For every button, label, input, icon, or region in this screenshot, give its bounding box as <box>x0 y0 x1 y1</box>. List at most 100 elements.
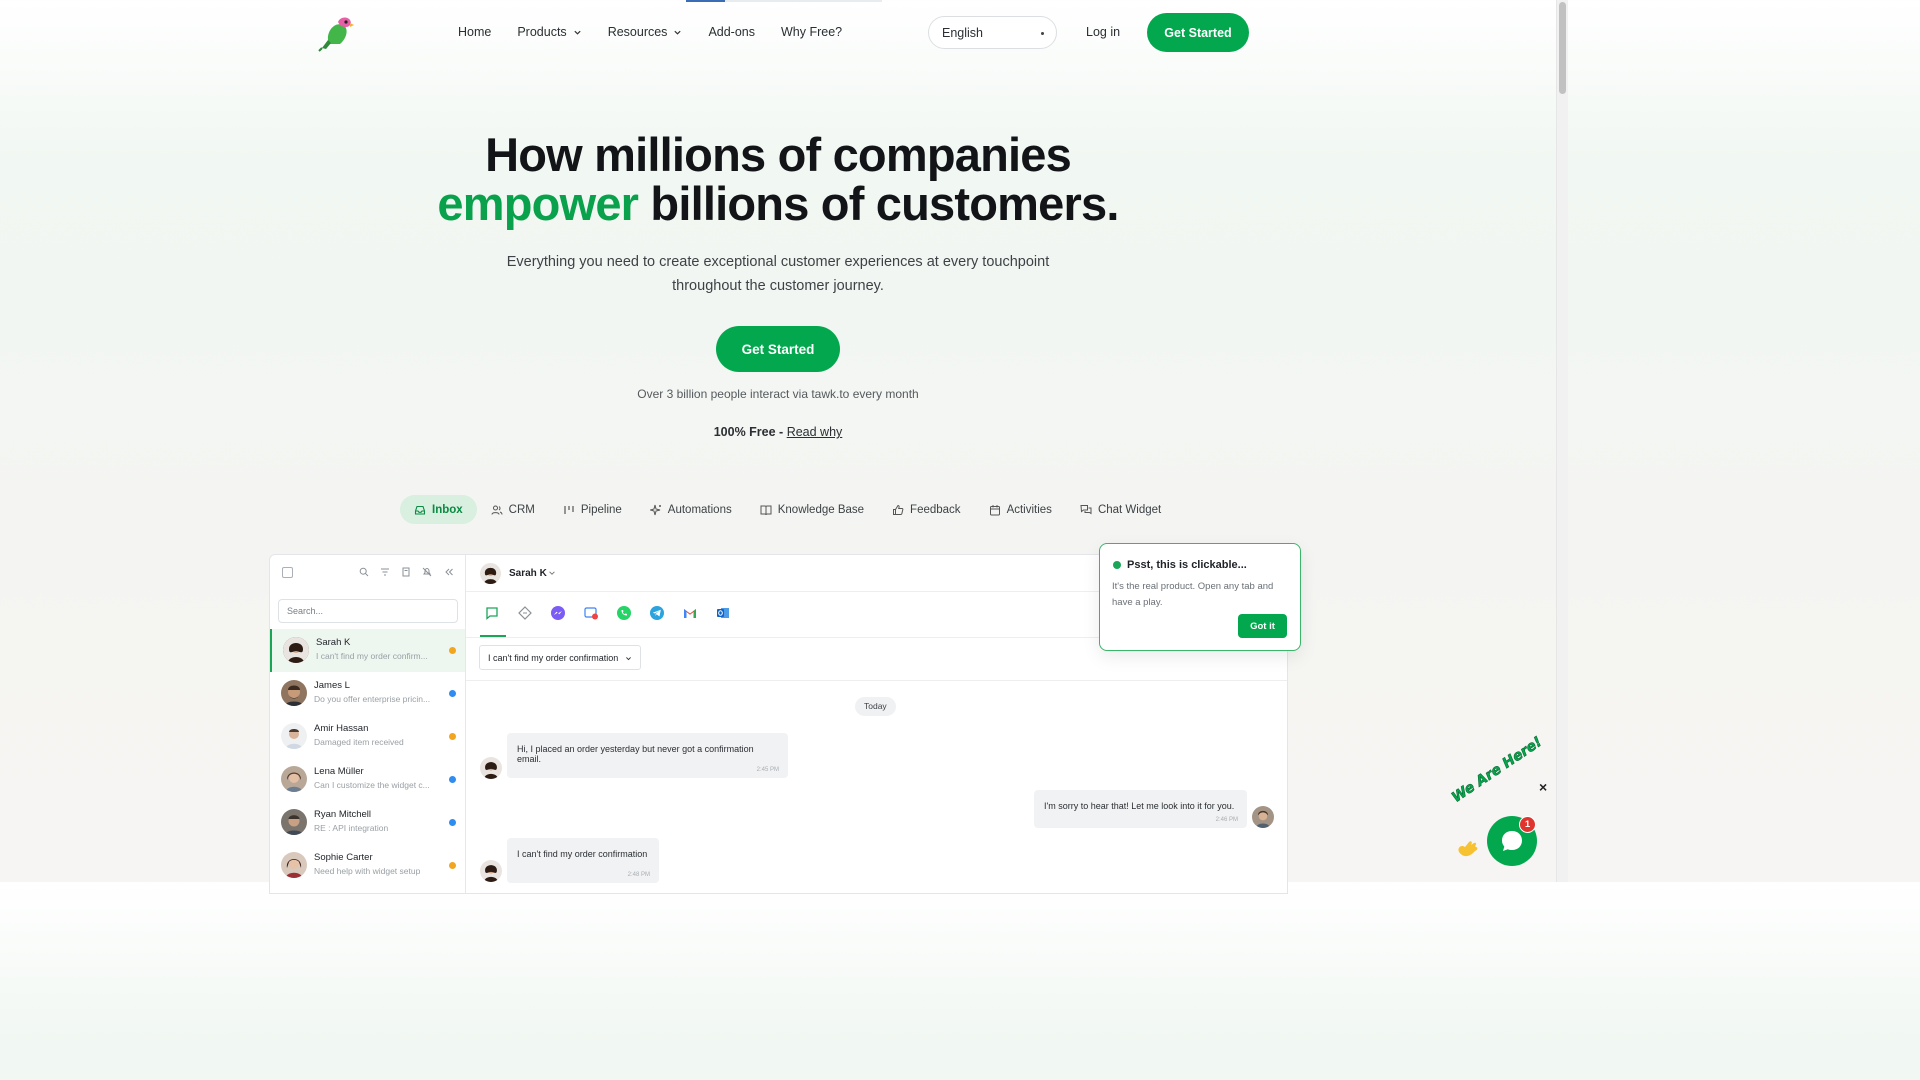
tab-crm[interactable]: CRM <box>477 495 549 524</box>
tab-activities[interactable]: Activities <box>975 495 1066 524</box>
hero-title-line1: How millions of companies <box>485 128 1072 181</box>
conversation-preview: Damaged item received <box>314 737 404 747</box>
conversation-search-input[interactable]: Search... <box>278 599 458 623</box>
messenger-icon[interactable] <box>550 605 566 621</box>
status-dot <box>449 862 456 869</box>
nav-products[interactable]: Products <box>517 25 581 39</box>
hero-subtitle: Everything you need to create exceptiona… <box>506 254 1050 294</box>
close-icon[interactable]: × <box>1539 780 1547 794</box>
language-value: English <box>942 26 983 40</box>
hero-title-line2: billions of customers. <box>638 177 1119 230</box>
status-dot <box>449 776 456 783</box>
tab-inbox[interactable]: Inbox <box>400 495 477 524</box>
clickable-hint-popover: Psst, this is clickable... It's the real… <box>1099 543 1301 651</box>
message-time: 2:46 PM <box>1215 817 1238 823</box>
nav-resources[interactable]: Resources <box>608 25 683 39</box>
login-link[interactable]: Log in <box>1086 25 1120 39</box>
nav-add-ons[interactable]: Add-ons <box>708 25 755 39</box>
language-select[interactable]: English <box>928 16 1057 49</box>
status-dot <box>449 733 456 740</box>
usage-stat: Over 3 billion people interact via tawk.… <box>637 387 919 401</box>
conversation-item[interactable]: Sophie Carter Need help with widget setu… <box>270 844 465 887</box>
conversation-list: Sarah K I can't find my order confirm...… <box>270 629 465 887</box>
pipeline-icon <box>564 505 574 514</box>
search-icon[interactable] <box>359 567 369 577</box>
chat-contact-name[interactable]: Sarah K <box>509 568 547 579</box>
conversation-preview: Need help with widget setup <box>314 866 421 876</box>
message-time: 2:45 PM <box>756 767 779 773</box>
nav-home[interactable]: Home <box>458 25 491 39</box>
conversation-item[interactable]: James L Do you offer enterprise pricin..… <box>270 672 465 715</box>
subject-value: I can't find my order confirmation <box>488 653 619 663</box>
conversation-preview: Can I customize the widget c... <box>314 780 430 790</box>
thumbs-up-icon <box>893 504 904 515</box>
outlook-icon[interactable] <box>715 605 731 621</box>
dropdown-indicator-icon <box>1041 32 1044 35</box>
calendar-icon <box>989 504 1000 515</box>
avatar <box>480 757 502 779</box>
chevron-down-icon <box>674 30 682 35</box>
filter-icon[interactable] <box>380 567 390 577</box>
tab-chat-widget[interactable]: Chat Widget <box>1066 495 1175 524</box>
got-it-button[interactable]: Got it <box>1238 614 1287 638</box>
sms-icon[interactable] <box>583 605 599 621</box>
conversation-item[interactable]: Amir Hassan Damaged item received <box>270 715 465 758</box>
conversation-item[interactable]: Ryan Mitchell RE : API integration <box>270 801 465 844</box>
conversation-item[interactable]: Lena Müller Can I customize the widget c… <box>270 758 465 801</box>
header-get-started-button[interactable]: Get Started <box>1147 13 1249 52</box>
conversation-name: Lena Müller <box>314 766 364 777</box>
popover-title: Psst, this is clickable... <box>1127 559 1247 571</box>
site-header: Home Products Resources Add-ons Why Free… <box>0 0 1556 66</box>
tab-inbox-label: Inbox <box>432 503 463 516</box>
chevron-down-icon[interactable] <box>548 569 556 577</box>
conversation-name: James L <box>314 680 350 691</box>
nav-home-label: Home <box>458 25 492 39</box>
agent-message: I'm sorry to hear that! Let me look into… <box>1034 790 1247 828</box>
conversation-name: Ryan Mitchell <box>314 809 372 820</box>
unread-badge: 1 <box>1519 816 1536 833</box>
conversation-preview: RE : API integration <box>314 823 389 833</box>
visitor-message: I can't find my order confirmation 2:48 … <box>507 838 659 883</box>
tab-pipeline[interactable]: Pipeline <box>549 495 636 524</box>
message-text: I'm sorry to hear that! Let me look into… <box>1044 801 1235 811</box>
nav-why-free[interactable]: Why Free? <box>781 25 842 39</box>
active-channel-underline <box>480 635 506 637</box>
status-dot <box>449 647 456 654</box>
conversation-name: Sarah K <box>316 637 351 648</box>
tab-feedback-label: Feedback <box>910 503 961 516</box>
conversation-sidebar: Search... Sarah K I can't find my order … <box>270 555 466 893</box>
parrot-logo-icon[interactable] <box>316 14 356 52</box>
ticket-icon[interactable] <box>517 605 533 621</box>
scrollbar-thumb[interactable] <box>1559 2 1566 94</box>
conversation-item[interactable]: Sarah K I can't find my order confirm... <box>270 629 465 672</box>
message-time: 2:48 PM <box>627 872 650 878</box>
chevron-down-icon <box>626 657 632 661</box>
message-text: I can't find my order confirmation <box>517 849 648 859</box>
chat-bubble-icon[interactable] <box>484 605 500 621</box>
avatar <box>281 809 307 835</box>
read-why-link[interactable]: Read why <box>787 425 843 439</box>
hero-get-started-button[interactable]: Get Started <box>716 326 840 372</box>
tab-knowledge-base[interactable]: Knowledge Base <box>746 495 878 524</box>
subject-select[interactable]: I can't find my order confirmation <box>479 645 642 670</box>
telegram-icon[interactable] <box>649 605 665 621</box>
gmail-icon[interactable] <box>682 605 698 621</box>
tab-knowledge-base-label: Knowledge Base <box>777 503 865 516</box>
sidebar-toolbar <box>270 555 465 591</box>
status-dot <box>1113 561 1121 569</box>
bookmark-icon[interactable] <box>401 567 411 577</box>
nav-add-ons-label: Add-ons <box>708 25 755 39</box>
mute-notifications-icon[interactable] <box>422 567 432 577</box>
popover-text: It's the real product. Open any tab and … <box>1112 581 1274 608</box>
page-scrollbar[interactable] <box>1556 0 1568 882</box>
tab-automations[interactable]: Automations <box>636 495 746 524</box>
widget-callout-label[interactable]: We Are Here! <box>1449 734 1546 807</box>
select-all-checkbox[interactable] <box>282 567 293 578</box>
avatar <box>281 680 307 706</box>
avatar <box>281 852 307 878</box>
tab-feedback[interactable]: Feedback <box>878 495 975 524</box>
collapse-icon[interactable] <box>444 567 454 577</box>
whatsapp-icon[interactable] <box>616 605 632 621</box>
avatar <box>283 637 309 663</box>
avatar <box>480 563 501 584</box>
